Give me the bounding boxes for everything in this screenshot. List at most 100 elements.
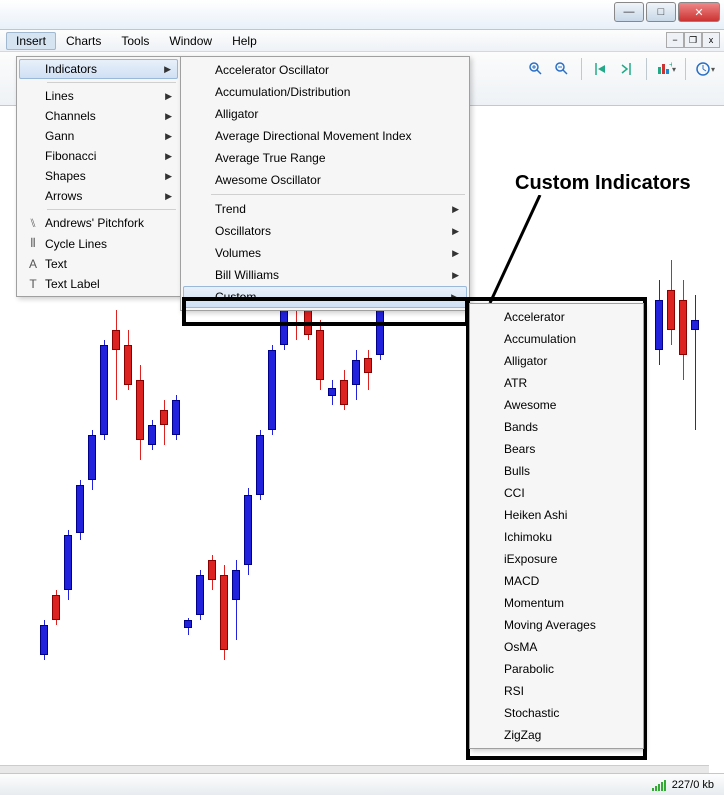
zoom-in-icon[interactable]	[525, 58, 547, 80]
menu-item-label: Alligator	[215, 107, 258, 121]
submenu-arrow-icon: ▶	[165, 151, 172, 162]
menu-insert[interactable]: Insert	[6, 32, 56, 50]
custom-indicator-stochastic[interactable]: Stochastic	[472, 702, 641, 724]
candlestick	[655, 280, 663, 365]
candlestick	[148, 420, 156, 450]
insert-submenu: Indicators▶Lines▶Channels▶Gann▶Fibonacci…	[16, 56, 181, 297]
custom-indicator-ichimoku[interactable]: Ichimoku	[472, 526, 641, 548]
indicator-item-custom[interactable]: Custom▶	[183, 286, 467, 308]
indicator-item-awesome-oscillator[interactable]: Awesome Oscillator	[183, 169, 467, 191]
custom-indicator-accumulation[interactable]: Accumulation	[472, 328, 641, 350]
insert-item-shapes[interactable]: Shapes▶	[19, 166, 178, 186]
window-titlebar: — □ ✕	[0, 0, 724, 30]
custom-indicator-heiken-ashi[interactable]: Heiken Ashi	[472, 504, 641, 526]
menu-window[interactable]: Window	[159, 32, 222, 50]
inner-close-button[interactable]: x	[702, 32, 720, 48]
add-indicator-icon[interactable]: +▾	[655, 58, 677, 80]
text-icon: A	[21, 257, 45, 271]
menu-item-label: Awesome Oscillator	[215, 173, 321, 187]
insert-item-fibonacci[interactable]: Fibonacci▶	[19, 146, 178, 166]
window-maximize-button[interactable]: □	[646, 2, 676, 22]
insert-item-arrows[interactable]: Arrows▶	[19, 186, 178, 206]
indicator-item-volumes[interactable]: Volumes ▶	[183, 242, 467, 264]
custom-indicator-atr[interactable]: ATR	[472, 372, 641, 394]
insert-item-indicators[interactable]: Indicators▶	[19, 59, 178, 79]
candlestick	[244, 488, 252, 575]
candlestick	[76, 480, 84, 540]
step-icon[interactable]	[590, 58, 612, 80]
submenu-arrow-icon: ▶	[452, 204, 459, 215]
custom-indicator-alligator[interactable]: Alligator	[472, 350, 641, 372]
menu-item-label: Accelerator Oscillator	[215, 63, 329, 77]
custom-indicator-zigzag[interactable]: ZigZag	[472, 724, 641, 746]
custom-indicator-cci[interactable]: CCI	[472, 482, 641, 504]
candlestick	[667, 260, 675, 345]
menu-item-label: Trend	[215, 202, 246, 216]
andrews-pitchfork-icon: ⑊	[21, 216, 45, 230]
insert-item-channels[interactable]: Channels▶	[19, 106, 178, 126]
insert-item-andrews-pitchfork[interactable]: ⑊Andrews' Pitchfork	[19, 213, 178, 233]
indicator-item-average-true-range[interactable]: Average True Range	[183, 147, 467, 169]
custom-indicator-iexposure[interactable]: iExposure	[472, 548, 641, 570]
candlestick	[679, 280, 687, 380]
zoom-out-icon[interactable]	[551, 58, 573, 80]
menu-charts[interactable]: Charts	[56, 32, 111, 50]
indicator-item-oscillators[interactable]: Oscillators▶	[183, 220, 467, 242]
candlestick	[136, 365, 144, 460]
custom-indicator-bulls[interactable]: Bulls	[472, 460, 641, 482]
candlestick	[316, 320, 324, 390]
custom-indicator-bands[interactable]: Bands	[472, 416, 641, 438]
menu-item-label: Accumulation/Distribution	[215, 85, 350, 99]
indicator-item-trend[interactable]: Trend ▶	[183, 198, 467, 220]
status-bar: 227/0 kb	[0, 773, 724, 795]
menu-item-label: Channels	[45, 109, 172, 123]
indicator-item-average-directional-movement-index[interactable]: Average Directional Movement Index	[183, 125, 467, 147]
inner-minimize-button[interactable]: −	[666, 32, 684, 48]
insert-item-text-label[interactable]: TText Label	[19, 274, 178, 294]
menu-item-label: Bill Williams	[215, 268, 279, 282]
candlestick	[112, 310, 120, 400]
indicator-item-alligator[interactable]: Alligator	[183, 103, 467, 125]
connection-bars-icon	[652, 779, 666, 791]
menu-item-label: Text Label	[45, 277, 172, 291]
candlestick	[100, 340, 108, 440]
menu-item-label: Arrows	[45, 189, 172, 203]
candlestick	[172, 395, 180, 440]
custom-indicator-bears[interactable]: Bears	[472, 438, 641, 460]
window-close-button[interactable]: ✕	[678, 2, 720, 22]
insert-item-cycle-lines[interactable]: ⦀Cycle Lines	[19, 233, 178, 254]
candlestick	[328, 380, 336, 405]
indicator-item-accelerator-oscillator[interactable]: Accelerator Oscillator	[183, 59, 467, 81]
candlestick	[691, 295, 699, 430]
custom-indicator-moving-averages[interactable]: Moving Averages	[472, 614, 641, 636]
custom-indicator-momentum[interactable]: Momentum	[472, 592, 641, 614]
indicator-item-accumulation-distribution[interactable]: Accumulation/Distribution	[183, 81, 467, 103]
submenu-arrow-icon: ▶	[452, 248, 459, 259]
custom-indicator-osma[interactable]: OsMA	[472, 636, 641, 658]
insert-item-gann[interactable]: Gann▶	[19, 126, 178, 146]
custom-indicator-rsi[interactable]: RSI	[472, 680, 641, 702]
custom-indicator-macd[interactable]: MACD	[472, 570, 641, 592]
toolbar-separator	[646, 58, 647, 80]
insert-item-text[interactable]: AText	[19, 254, 178, 274]
candlestick	[64, 530, 72, 600]
candlestick	[364, 350, 372, 390]
menu-item-label: Volumes	[215, 246, 261, 260]
custom-indicator-accelerator[interactable]: Accelerator	[472, 306, 641, 328]
submenu-arrow-icon: ▶	[165, 171, 172, 182]
custom-indicator-parabolic[interactable]: Parabolic	[472, 658, 641, 680]
periodicity-icon[interactable]: ▾	[694, 58, 716, 80]
menu-bar: Insert Charts Tools Window Help	[0, 30, 724, 52]
custom-indicator-awesome[interactable]: Awesome	[472, 394, 641, 416]
menu-tools[interactable]: Tools	[111, 32, 159, 50]
indicator-item-bill-williams[interactable]: Bill Williams▶	[183, 264, 467, 286]
inner-restore-button[interactable]: ❐	[684, 32, 702, 48]
menu-item-label: Indicators	[45, 62, 172, 76]
candlestick	[352, 350, 360, 400]
menu-help[interactable]: Help	[222, 32, 267, 50]
window-minimize-button[interactable]: —	[614, 2, 644, 22]
scroll-icon[interactable]	[616, 58, 638, 80]
menu-item-label: Custom	[215, 290, 256, 304]
insert-item-lines[interactable]: Lines▶	[19, 86, 178, 106]
submenu-arrow-icon: ▶	[165, 191, 172, 202]
